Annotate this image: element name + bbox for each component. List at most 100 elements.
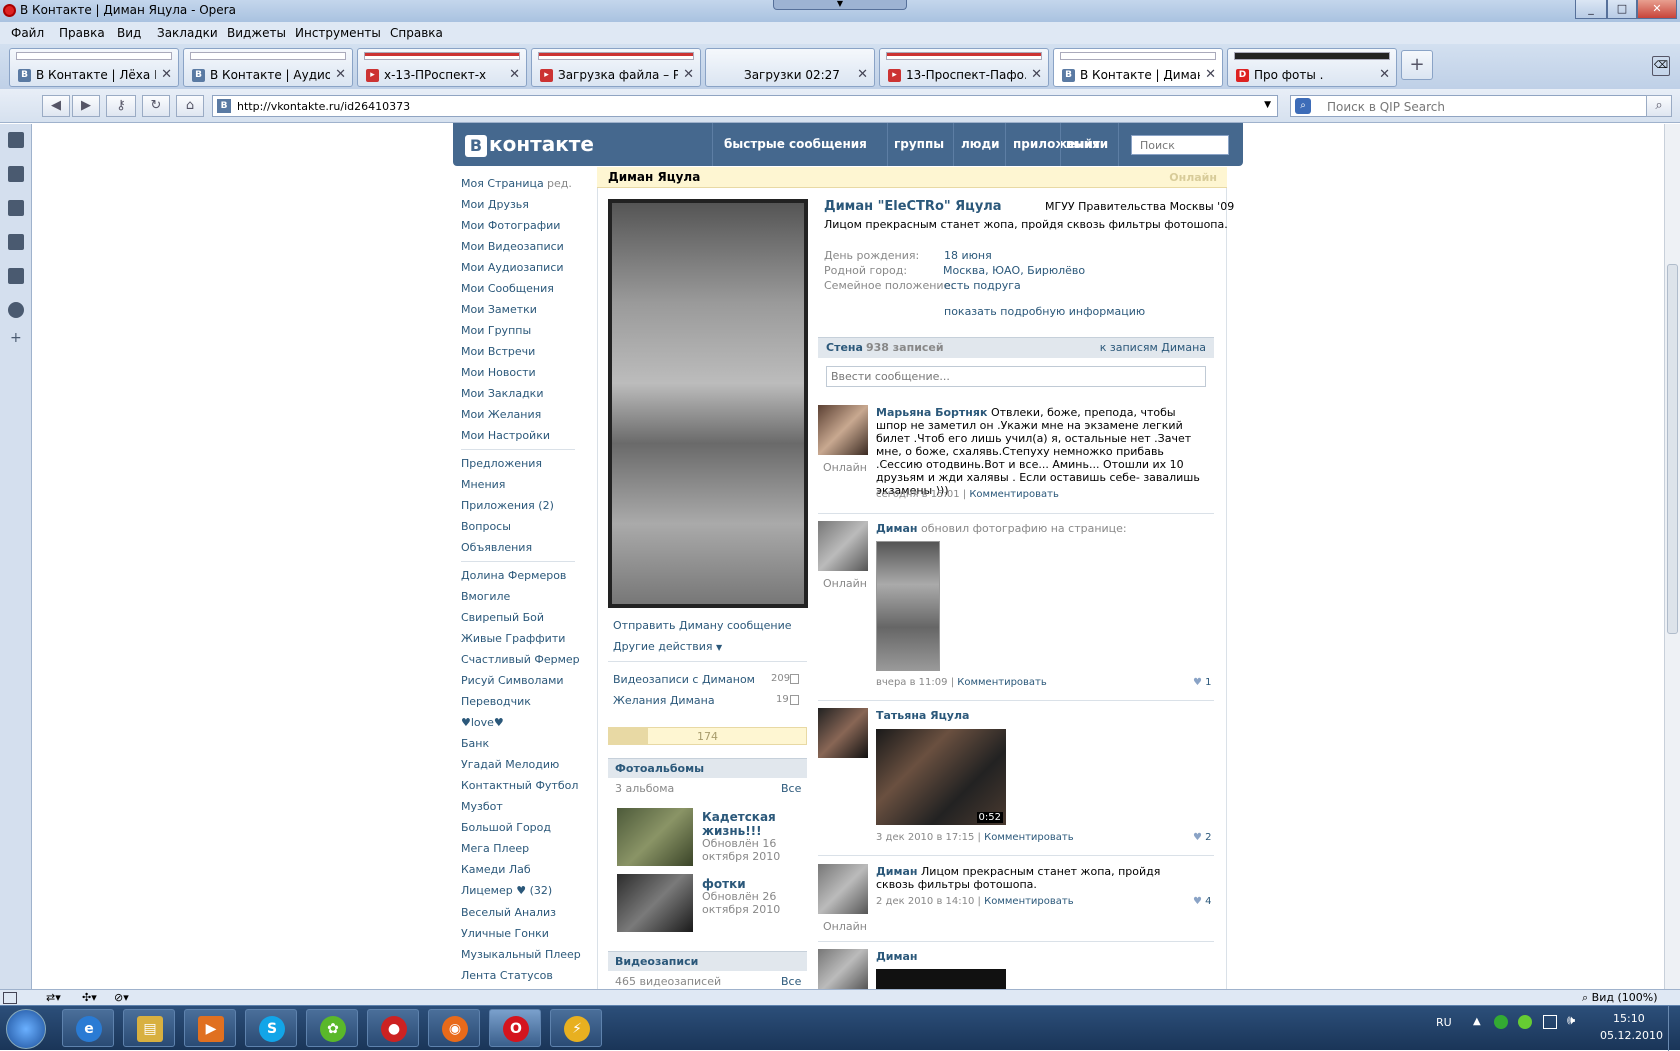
address-field[interactable]: B http://vkontakte.ru/id26410373 ▼ (212, 95, 1278, 117)
profile-university[interactable]: МГУУ Правительства Москвы '09 (1045, 200, 1234, 213)
add-panel-icon[interactable]: + (10, 330, 22, 346)
field-value[interactable]: есть подруга (944, 279, 1021, 292)
forward-button[interactable]: ▶ (72, 95, 100, 117)
left-settings[interactable]: Мои Настройки (461, 429, 550, 442)
taskbar-opera[interactable]: O (489, 1009, 541, 1047)
app-link[interactable]: Музыкальный Плеер (461, 948, 581, 961)
comment-link[interactable]: Комментировать (984, 896, 1074, 907)
widgets-panel-icon[interactable] (8, 166, 24, 182)
tab-3[interactable]: ▸ x-13-ПРоспект-x ✕ (357, 48, 527, 87)
close-icon[interactable]: ✕ (1379, 67, 1390, 82)
app-link[interactable]: Веселый Анализ (461, 906, 556, 919)
unite-panel-icon[interactable] (8, 200, 24, 216)
nav-groups[interactable]: группы (894, 137, 944, 151)
left-my-page[interactable]: Моя Страница (461, 177, 544, 190)
comment-link[interactable]: Комментировать (984, 832, 1074, 843)
tab-2[interactable]: B В Контакте | Аудио ✕ (183, 48, 353, 87)
clock-date[interactable]: 05.12.2010 (1600, 1029, 1663, 1042)
left-notes[interactable]: Мои Заметки (461, 303, 537, 316)
menu-edit[interactable]: Правка (59, 26, 105, 40)
app-link[interactable]: Мега Плеер (461, 842, 529, 855)
menu-tools[interactable]: Инструменты (295, 26, 381, 40)
app-link[interactable]: Камеди Лаб (461, 863, 531, 876)
menu-view[interactable]: Вид (117, 26, 141, 40)
wall-title[interactable]: Стена (826, 341, 863, 354)
menu-bookmarks[interactable]: Закладки (157, 26, 218, 40)
left-ads[interactable]: Объявления (461, 541, 532, 554)
taskbar-winamp[interactable]: ⚡ (550, 1009, 602, 1047)
wall-post-input[interactable]: Ввести сообщение... (826, 366, 1206, 387)
notes-panel-icon[interactable] (8, 234, 24, 250)
post-author[interactable]: Марьяна Бортняк (876, 406, 987, 419)
videos-title[interactable]: Видеозаписи (615, 955, 698, 968)
trash-icon[interactable]: ⌫ (1652, 56, 1670, 76)
panel-toggle-button[interactable]: ▼ (773, 0, 907, 10)
app-link[interactable]: Живые Граффити (461, 632, 565, 645)
close-icon[interactable]: ✕ (335, 67, 346, 82)
network-icon[interactable] (1543, 1015, 1557, 1029)
tab-1[interactable]: B В Контакте | Лёха М... ✕ (9, 48, 179, 87)
tab-8[interactable]: D Про фоты . ✕ (1227, 48, 1397, 87)
search-icon[interactable]: ⌕ (1646, 95, 1672, 117)
close-icon[interactable]: ✕ (683, 67, 694, 82)
close-icon[interactable]: ✕ (1205, 67, 1216, 82)
app-link[interactable]: Контактный Футбол (461, 779, 578, 792)
post-date[interactable]: сегодня в 15:01 (876, 489, 960, 500)
app-link[interactable]: Свирепый Бой (461, 611, 544, 624)
close-icon[interactable]: ✕ (161, 67, 172, 82)
videos-with-link[interactable]: Видеозаписи с Диманом (613, 673, 755, 686)
left-friends[interactable]: Мои Друзья (461, 198, 529, 211)
reload-button[interactable]: ↻ (142, 95, 170, 117)
icq-tray-icon[interactable] (1518, 1015, 1532, 1029)
album-name[interactable]: фотки (702, 877, 792, 891)
left-events[interactable]: Мои Встречи (461, 345, 535, 358)
app-link[interactable]: Долина Фермеров (461, 569, 566, 582)
show-desktop-button[interactable] (1668, 1006, 1680, 1051)
app-link[interactable]: Рисуй Символами (461, 674, 564, 687)
app-link[interactable]: Большой Город (461, 821, 551, 834)
to-posts-link[interactable]: к записям Димана (1100, 341, 1206, 354)
start-button[interactable] (6, 1009, 46, 1049)
chevron-down-icon[interactable]: ▼ (1264, 100, 1271, 110)
left-questions[interactable]: Вопросы (461, 520, 511, 533)
minimize-button[interactable]: _ (1575, 0, 1607, 19)
close-icon[interactable]: ✕ (509, 67, 520, 82)
tray-expand-icon[interactable]: ▲ (1473, 1016, 1481, 1027)
tab-4[interactable]: ▸ Загрузка файла – Р... ✕ (531, 48, 701, 87)
wishes-link[interactable]: Желания Димана (613, 694, 715, 707)
tab-6[interactable]: ▸ 13-Проспект-Пафо... ✕ (879, 48, 1049, 87)
post-photo[interactable] (876, 541, 940, 671)
left-audio[interactable]: Мои Аудиозаписи (461, 261, 564, 274)
language-indicator[interactable]: RU (1436, 1016, 1452, 1029)
taskbar-skype[interactable]: S (245, 1009, 297, 1047)
app-link[interactable]: Счастливый Фермер (461, 653, 580, 666)
videos-all-link[interactable]: Все (781, 975, 801, 988)
left-offers[interactable]: Предложения (461, 457, 542, 470)
maximize-button[interactable]: □ (1607, 0, 1637, 19)
new-tab-button[interactable]: + (1401, 50, 1433, 80)
taskbar-media-player[interactable]: ▶ (184, 1009, 236, 1047)
avatar[interactable] (818, 864, 868, 914)
taskbar-icq[interactable]: ✿ (306, 1009, 358, 1047)
left-bookmarks[interactable]: Мои Закладки (461, 387, 543, 400)
comment-link[interactable]: Комментировать (957, 677, 1047, 688)
panel-toggle-icon[interactable] (3, 992, 17, 1004)
post-video[interactable] (876, 969, 1006, 989)
menu-file[interactable]: Файл (11, 26, 44, 40)
left-news[interactable]: Мои Новости (461, 366, 536, 379)
tray-app-icon[interactable] (1494, 1015, 1508, 1029)
avatar[interactable] (818, 708, 868, 758)
app-link[interactable]: Переводчик (461, 695, 531, 708)
post-date[interactable]: 3 дек 2010 в 17:15 (876, 832, 974, 843)
like-button[interactable]: ♥ 2 (1193, 832, 1212, 843)
app-link[interactable]: Банк (461, 737, 489, 750)
field-value[interactable]: 18 июня (944, 249, 992, 262)
left-messages[interactable]: Мои Сообщения (461, 282, 554, 295)
post-author[interactable]: Диман (876, 950, 918, 963)
edit-link[interactable]: ред. (547, 177, 572, 190)
history-panel-icon[interactable] (8, 302, 24, 318)
menu-help[interactable]: Справка (390, 26, 443, 40)
app-link[interactable]: Вмогиле (461, 590, 510, 603)
nav-logout[interactable]: выйти (1066, 137, 1108, 151)
menu-widgets[interactable]: Виджеты (227, 26, 286, 40)
